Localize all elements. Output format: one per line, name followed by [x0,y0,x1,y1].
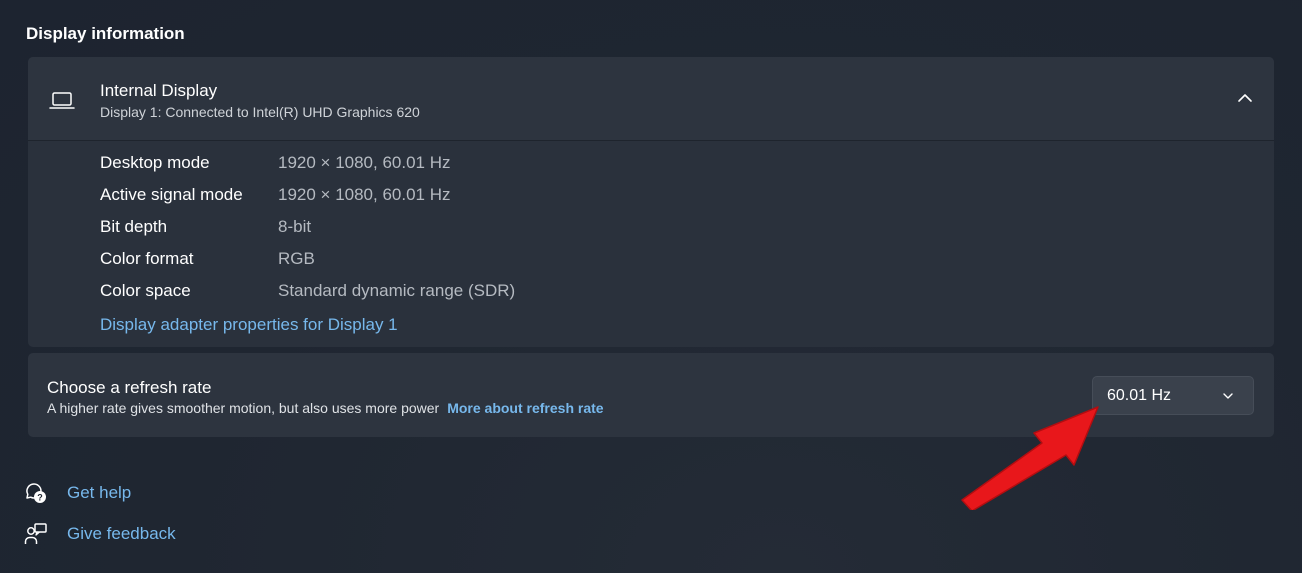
detail-value: 8-bit [278,217,312,236]
refresh-rate-selected-value: 60.01 Hz [1107,387,1172,404]
display-name: Internal Display [100,81,218,100]
settings-page: Display information Internal Display Dis… [0,0,1302,573]
feedback-person-icon [24,523,47,544]
detail-label: Active signal mode [100,185,243,204]
chevron-up-icon[interactable] [1236,89,1254,107]
detail-label: Color format [100,249,194,268]
detail-value: 1920 × 1080, 60.01 Hz [278,153,451,172]
refresh-rate-title: Choose a refresh rate [47,378,212,397]
section-title: Display information [26,24,185,43]
help-chat-icon: ? [26,483,46,503]
give-feedback-link[interactable]: Give feedback [24,522,176,546]
refresh-rate-dropdown[interactable]: 60.01 Hz [1092,376,1254,415]
detail-label: Color space [100,281,191,300]
get-help-label: Get help [67,483,132,502]
refresh-rate-description-line: A higher rate gives smoother motion, but… [47,400,604,416]
display-adapter-properties-link[interactable]: Display adapter properties for Display 1 [100,315,398,335]
chevron-down-icon [1223,393,1233,399]
detail-label: Desktop mode [100,153,210,172]
display-subtitle: Display 1: Connected to Intel(R) UHD Gra… [100,104,420,120]
svg-text:?: ? [37,493,43,503]
display-card: Internal Display Display 1: Connected to… [28,57,1274,347]
more-about-refresh-rate-link[interactable]: More about refresh rate [447,400,603,416]
refresh-rate-description: A higher rate gives smoother motion, but… [47,400,440,416]
red-annotation-arrow-icon [961,406,1099,510]
detail-label: Bit depth [100,217,168,236]
detail-value: 1920 × 1080, 60.01 Hz [278,185,451,204]
display-header[interactable]: Internal Display Display 1: Connected to… [28,57,1274,141]
detail-value: RGB [278,249,315,268]
get-help-link[interactable]: ? Get help [24,481,131,505]
laptop-icon [49,92,75,109]
detail-value: Standard dynamic range (SDR) [278,281,516,300]
give-feedback-label: Give feedback [67,524,176,543]
